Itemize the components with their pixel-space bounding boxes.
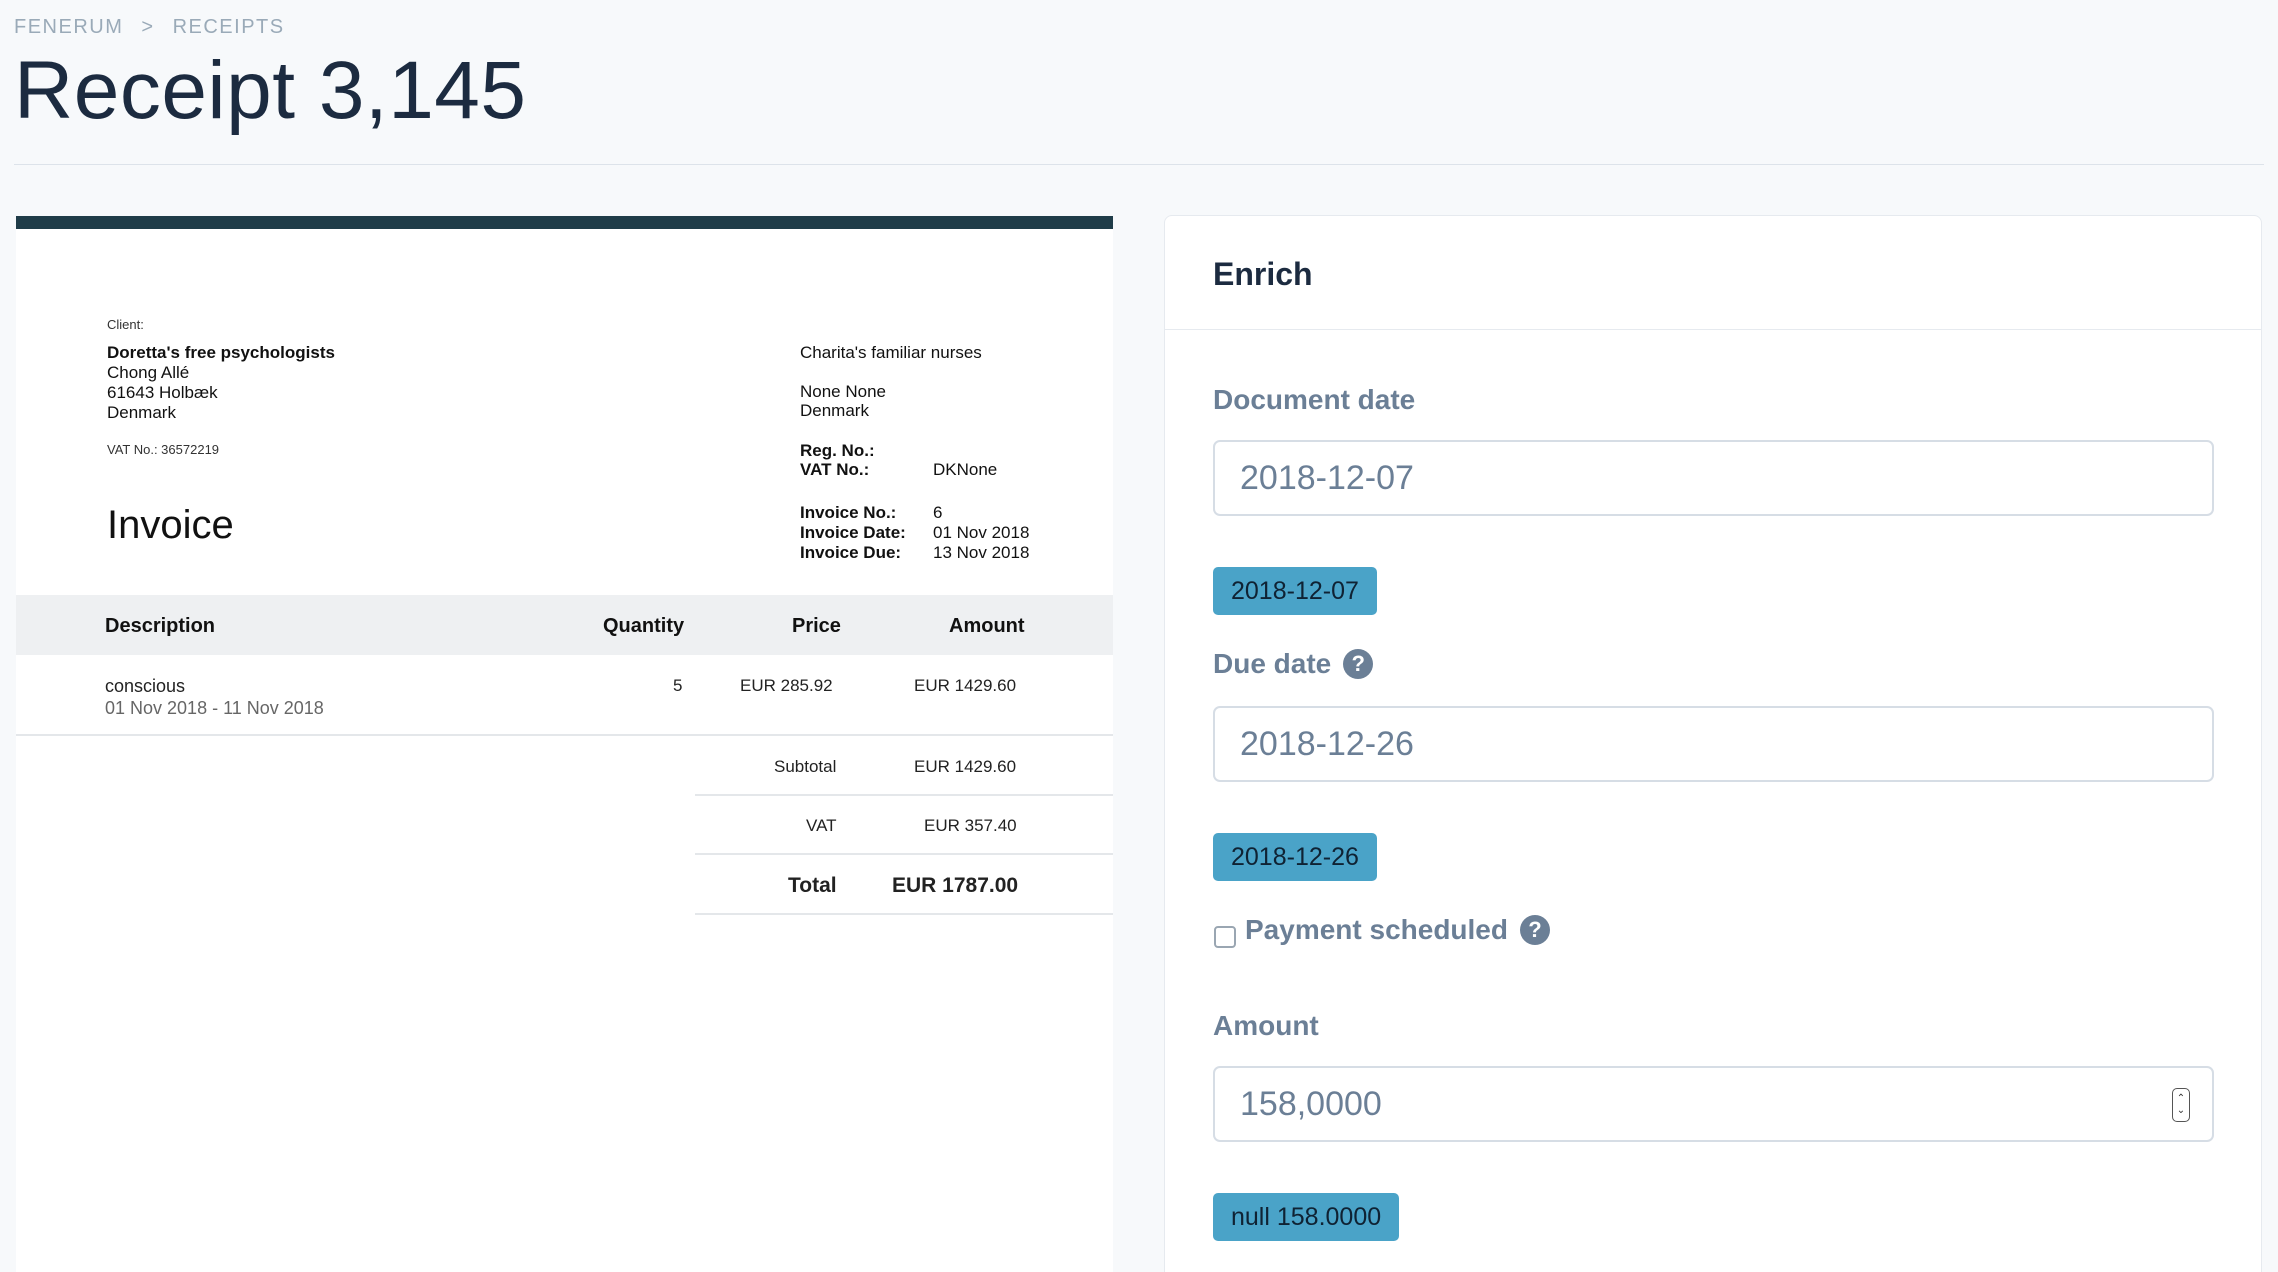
amount-input[interactable]: 158,0000 ⌃ ⌄: [1213, 1066, 2214, 1142]
line-amount: EUR 1429.60: [914, 676, 1017, 695]
vat-total-value: EUR 357.40: [924, 816, 1017, 835]
invoice-date-value: 01 Nov 2018: [933, 523, 1030, 542]
document-date-label: Document date: [1213, 384, 1415, 416]
column-price: Price: [792, 615, 841, 637]
amount-label-text: Amount: [1213, 1010, 1319, 1041]
amount-label: Amount: [1213, 1010, 1319, 1042]
due-date-input[interactable]: 2018-12-26: [1213, 706, 2214, 782]
invoice-date-row: Invoice Date: 01 Nov 2018: [800, 523, 1029, 543]
breadcrumb: FENERUM > RECEIPTS: [14, 16, 285, 39]
payment-scheduled-checkbox[interactable]: [1214, 926, 1236, 948]
chevron-up-icon[interactable]: ⌃: [2177, 1093, 2185, 1105]
sender-country: Denmark: [800, 401, 869, 420]
total-divider: [695, 913, 1113, 915]
client-name: Doretta's free psychologists: [107, 343, 335, 362]
vat-no-value: DKNone: [933, 460, 998, 479]
number-stepper-icon[interactable]: ⌃ ⌄: [2172, 1088, 2190, 1122]
invoice-preview: Client: Doretta's free psychologists Cho…: [16, 216, 1113, 1272]
due-date-label: Due date ?: [1213, 648, 1374, 680]
invoice-heading: Invoice: [107, 503, 234, 547]
breadcrumb-current[interactable]: RECEIPTS: [173, 16, 285, 39]
vat-total-label: VAT: [806, 816, 837, 835]
client-country: Denmark: [107, 403, 176, 422]
due-date-label-text: Due date: [1213, 648, 1332, 679]
payment-scheduled-label: Payment scheduled ?: [1245, 914, 1550, 946]
client-city: 61643 Holbæk: [107, 383, 218, 402]
subtotal-value: EUR 1429.60: [914, 757, 1017, 776]
enrich-panel: Enrich Document date 2018-12-07 2018-12-…: [1164, 215, 2262, 1272]
vat-divider: [695, 853, 1113, 855]
client-vat: VAT No.: 36572219: [107, 442, 220, 457]
column-amount: Amount: [949, 615, 1025, 637]
line-price: EUR 285.92: [740, 676, 833, 695]
line-divider: [16, 734, 1113, 736]
total-value: EUR 1787.00: [892, 874, 1019, 897]
vat-no-label: VAT No.:: [800, 460, 870, 479]
help-icon[interactable]: ?: [1519, 915, 1550, 945]
document-date-suggestion[interactable]: 2018-12-07: [1213, 567, 1377, 615]
invoice-no-label: Invoice No.:: [800, 503, 897, 522]
amount-suggestion[interactable]: null 158.0000: [1213, 1193, 1400, 1241]
subtotal-divider: [695, 794, 1113, 796]
line-period: 01 Nov 2018 - 11 Nov 2018: [105, 698, 324, 718]
invoice-no-value: 6: [933, 503, 943, 522]
enrich-title: Enrich: [1213, 256, 1313, 292]
reg-no-row: Reg. No.:: [800, 441, 933, 461]
header-divider: [14, 164, 2264, 165]
invoice-due-label: Invoice Due:: [800, 543, 902, 562]
column-quantity: Quantity: [603, 615, 685, 637]
reg-no-label: Reg. No.:: [800, 441, 875, 460]
page-title: Receipt 3,145: [14, 45, 527, 136]
document-date-label-text: Document date: [1213, 384, 1416, 415]
enrich-header-divider: [1165, 329, 2261, 330]
due-date-suggestion[interactable]: 2018-12-26: [1213, 833, 1377, 881]
vat-no-row: VAT No.: DKNone: [800, 460, 997, 480]
sender-line1: None None: [800, 382, 887, 401]
breadcrumb-root[interactable]: FENERUM: [14, 16, 123, 39]
invoice-no-row: Invoice No.: 6: [800, 503, 942, 523]
client-street: Chong Allé: [107, 363, 190, 382]
amount-value: 158,0000: [1240, 1084, 1382, 1123]
total-label: Total: [788, 874, 837, 897]
invoice-due-value: 13 Nov 2018: [933, 543, 1030, 562]
invoice-date-label: Invoice Date:: [800, 523, 906, 542]
chevron-down-icon[interactable]: ⌄: [2177, 1105, 2185, 1117]
sender-name: Charita's familiar nurses: [800, 343, 982, 362]
payment-scheduled-label-text: Payment scheduled: [1245, 914, 1508, 945]
client-label: Client:: [107, 317, 144, 332]
breadcrumb-separator: >: [141, 16, 155, 38]
invoice-due-row: Invoice Due: 13 Nov 2018: [800, 543, 1029, 563]
subtotal-label: Subtotal: [774, 757, 837, 776]
line-quantity: 5: [673, 676, 683, 695]
document-date-input[interactable]: 2018-12-07: [1213, 440, 2214, 516]
help-icon[interactable]: ?: [1343, 649, 1374, 679]
column-description: Description: [105, 615, 216, 637]
line-description: conscious: [105, 676, 186, 696]
